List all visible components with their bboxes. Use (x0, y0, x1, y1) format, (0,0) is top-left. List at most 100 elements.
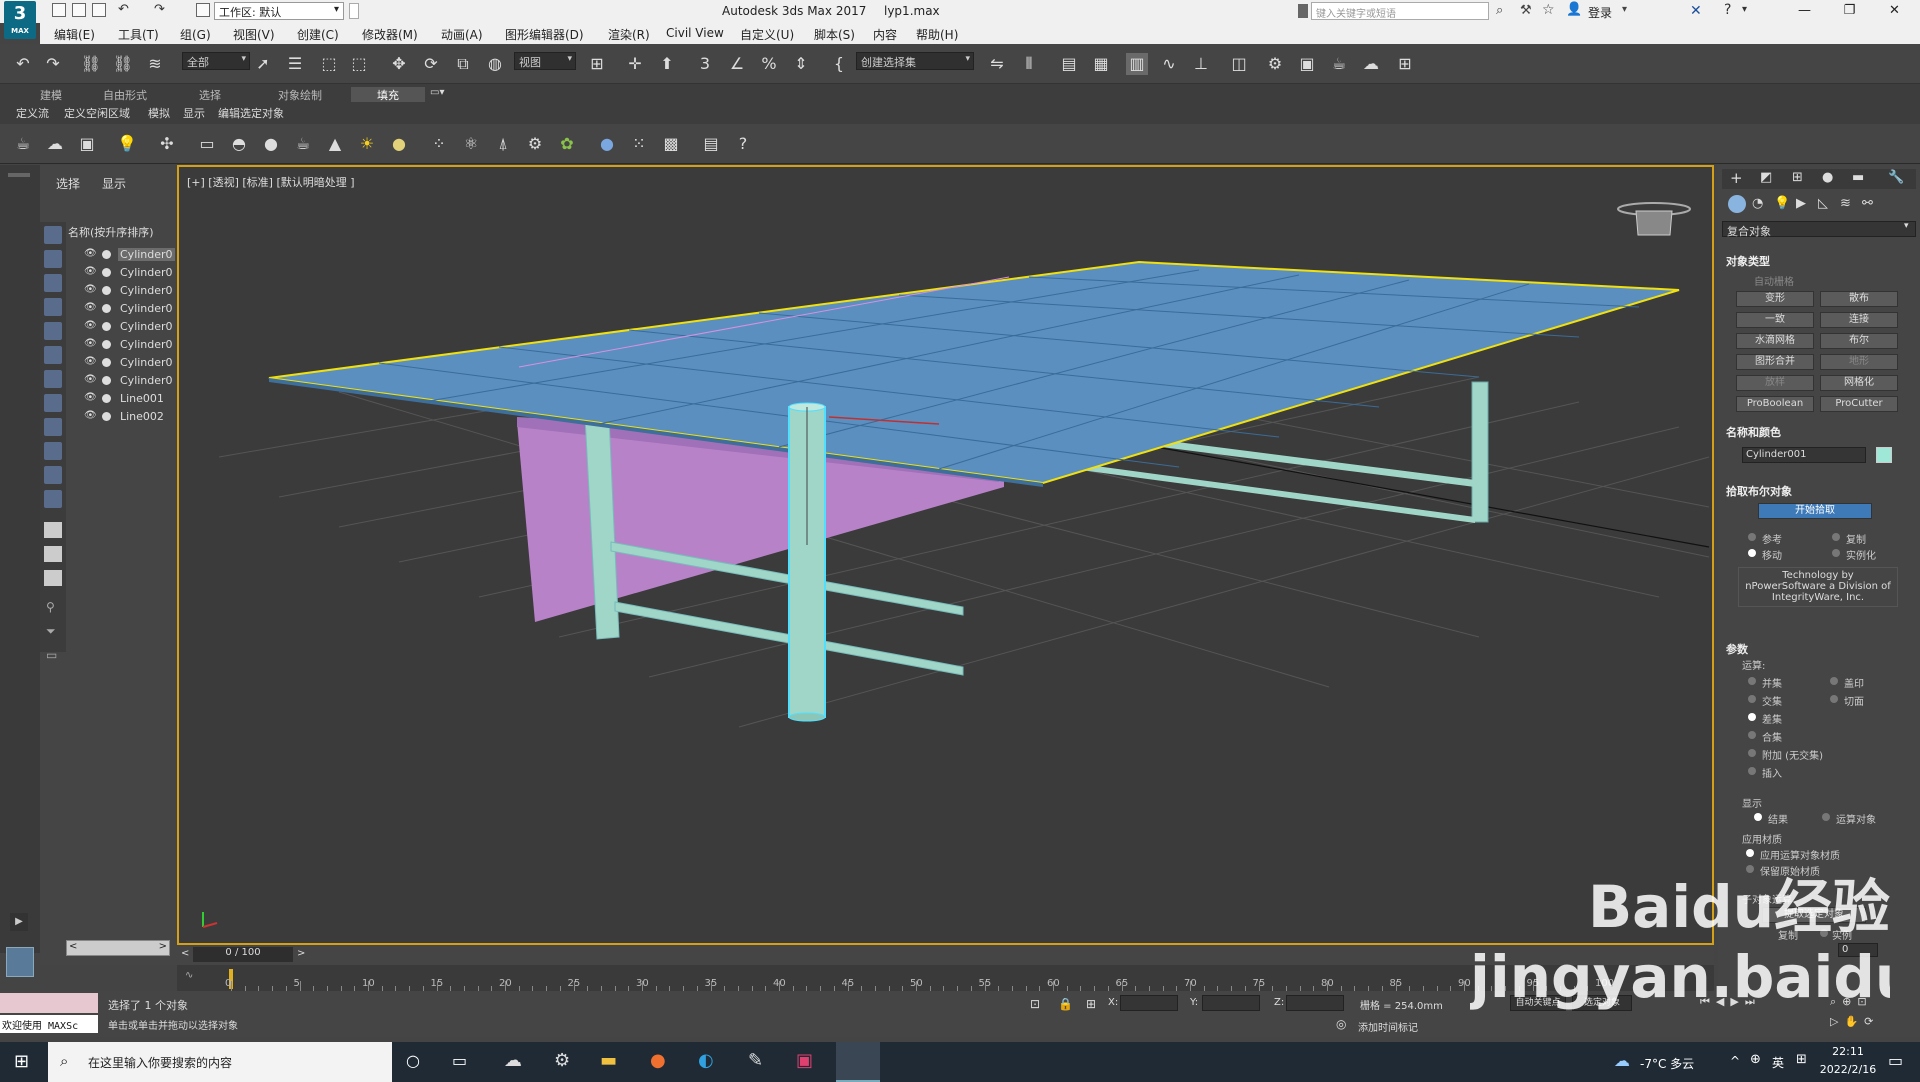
tripod-icon[interactable]: ⍋ (492, 133, 514, 155)
rollout-name-color[interactable]: 名称和颜色 (1726, 424, 1781, 440)
y-coordinate-field[interactable] (1202, 995, 1260, 1011)
radio-operation[interactable] (1748, 749, 1756, 757)
object-type-button[interactable]: 网格化 (1820, 375, 1898, 391)
clipboard-icon[interactable]: ▤ (700, 133, 722, 155)
render-production-icon[interactable]: ☕ (1328, 53, 1350, 75)
radio-reference[interactable] (1748, 533, 1756, 541)
cameras-icon[interactable]: ▶ (1796, 196, 1806, 211)
ribbon-simulate[interactable]: 模拟 (148, 105, 170, 121)
viewport-layout-icon[interactable] (6, 947, 34, 977)
cloud-icon[interactable]: ☁ (44, 133, 66, 155)
render-frame-icon[interactable]: ▩ (660, 133, 682, 155)
helpers-icon[interactable]: ◺ (1818, 196, 1828, 211)
object-type-button[interactable]: ProBoolean (1736, 396, 1814, 412)
ribbon-options-icon[interactable]: ▭▾ (430, 87, 452, 101)
gear-icon[interactable]: ⚙ (524, 133, 546, 155)
explorer-scrollbar[interactable]: < > (66, 940, 170, 956)
radio-copy[interactable] (1832, 533, 1840, 541)
systems-icon[interactable]: ⚯ (1862, 196, 1873, 211)
angle-snap-icon[interactable]: ∠ (726, 53, 748, 75)
sky-icon[interactable]: ● (388, 133, 410, 155)
start-picking-button[interactable]: 开始拾取 (1758, 503, 1872, 519)
explorer-row[interactable]: 👁 Line001 (66, 390, 172, 408)
radio-operation[interactable] (1748, 767, 1756, 775)
menu-rendering[interactable]: 渲染(R) (608, 26, 650, 43)
freeze-dot-icon[interactable] (102, 250, 111, 259)
plant-icon[interactable]: ✿ (556, 133, 578, 155)
filter-layer-icon[interactable] (44, 522, 62, 538)
explorer-row[interactable]: 👁 Line002 (66, 408, 172, 426)
shapes-icon[interactable]: ◔ (1752, 196, 1763, 211)
absolute-mode-icon[interactable]: ⊞ (1086, 997, 1096, 1011)
filter-shapes-icon[interactable] (44, 250, 62, 268)
teapot-primitive-icon[interactable]: ☕ (292, 133, 314, 155)
filter-cameras-icon[interactable] (44, 298, 62, 316)
object-type-button[interactable]: 一致 (1736, 312, 1814, 328)
app-pin-2-icon[interactable]: ⚙ (554, 1050, 570, 1071)
snaps-toggle-icon[interactable]: 3 (694, 53, 716, 75)
percent-snap-icon[interactable]: % (758, 53, 780, 75)
freeze-dot-icon[interactable] (102, 376, 111, 385)
app-pin-1-icon[interactable]: ☁ (504, 1050, 522, 1071)
filter-spacewarps-icon[interactable] (44, 346, 62, 364)
motion-tab-icon[interactable]: ● (1822, 170, 1833, 185)
lights-icon[interactable]: 💡 (1774, 196, 1790, 211)
menu-civil-view[interactable]: Civil View (666, 26, 724, 40)
modify-tab-icon[interactable]: ◩ (1760, 170, 1772, 185)
display-tab-icon[interactable]: ▬ (1852, 170, 1864, 185)
clock-date[interactable]: 2022/2/16 (1816, 1063, 1880, 1076)
light-icon[interactable]: 💡 (116, 133, 138, 155)
edit-named-selection-icon[interactable]: { (828, 53, 850, 75)
radio-instance[interactable] (1832, 549, 1840, 557)
menu-create[interactable]: 创建(C) (297, 26, 339, 43)
expand-arrow-icon[interactable]: ▶ (10, 913, 28, 931)
ime-indicator[interactable]: 英 (1772, 1054, 1784, 1071)
category-dropdown[interactable]: 复合对象 (1722, 221, 1916, 238)
dome-icon[interactable]: ◓ (228, 133, 250, 155)
ribbon-tab-object-paint[interactable]: 对象绘制 (258, 87, 342, 102)
freeze-dot-icon[interactable] (102, 340, 111, 349)
selection-lock-icon[interactable]: 🔒 (1058, 997, 1073, 1011)
toggle-ribbon-icon[interactable]: ▦ (1090, 53, 1112, 75)
x-coordinate-field[interactable] (1120, 995, 1178, 1011)
particles-icon[interactable]: ⁘ (428, 133, 450, 155)
reference-coordinate-dropdown[interactable]: 视图 (514, 52, 576, 70)
tray-chevron-icon[interactable]: ^ (1730, 1054, 1740, 1068)
binoculars-icon[interactable]: ⌕ (1496, 3, 1503, 18)
firefox-icon[interactable]: ● (650, 1050, 666, 1071)
search-input[interactable]: 键入关键字或短语 (1311, 2, 1489, 20)
window-crossing-icon[interactable]: ⬚ (348, 53, 370, 75)
select-by-name-icon[interactable]: ☰ (284, 53, 306, 75)
visibility-eye-icon[interactable]: 👁 (84, 248, 97, 259)
notepad-icon[interactable]: ✎ (748, 1050, 763, 1071)
menu-graph-editors[interactable]: 图形编辑器(D) (505, 26, 584, 43)
undo-icon[interactable]: ↶ (12, 53, 34, 75)
workspace-dropdown[interactable]: 工作区: 默认 (214, 2, 344, 20)
filter-folder-icon[interactable]: ▭ (46, 648, 57, 662)
radio-operation[interactable] (1748, 731, 1756, 739)
help-dropdown-icon[interactable]: ▾ (1742, 4, 1747, 15)
radio-imprint[interactable] (1830, 677, 1838, 685)
autogrid-checkbox[interactable]: 自动栅格 (1754, 273, 1794, 288)
a360-gallery-icon[interactable]: ⊞ (1394, 53, 1416, 75)
redo-icon[interactable]: ↷ (154, 2, 165, 17)
taskbar-search-input[interactable]: 在这里输入你要搜索的内容 (48, 1042, 392, 1082)
filter-bones-icon[interactable] (44, 418, 62, 436)
ribbon-tab-selection[interactable]: 选择 (173, 87, 247, 102)
bind-space-warp-icon[interactable]: ≋ (144, 53, 166, 75)
pivot-center-icon[interactable]: ⊞ (586, 53, 608, 75)
clock-time[interactable]: 22:11 (1816, 1045, 1880, 1058)
minimize-button[interactable]: — (1782, 0, 1827, 23)
menu-customize[interactable]: 自定义(U) (740, 26, 794, 43)
3dsmax-taskbar-button[interactable] (836, 1042, 880, 1082)
explorer-tab-display[interactable]: 显示 (102, 175, 126, 192)
visibility-eye-icon[interactable]: 👁 (84, 338, 97, 349)
login-dropdown-icon[interactable]: ▾ (1622, 4, 1627, 15)
move-icon[interactable]: ✥ (388, 53, 410, 75)
fan-icon[interactable]: ✣ (156, 133, 178, 155)
rollout-pick-boolean[interactable]: 拾取布尔对象 (1726, 483, 1792, 499)
ime-grid-icon[interactable]: ⊞ (1796, 1052, 1807, 1067)
menu-modifiers[interactable]: 修改器(M) (362, 26, 418, 43)
menu-animation[interactable]: 动画(A) (441, 26, 483, 43)
filter-list-icon[interactable] (44, 546, 62, 562)
